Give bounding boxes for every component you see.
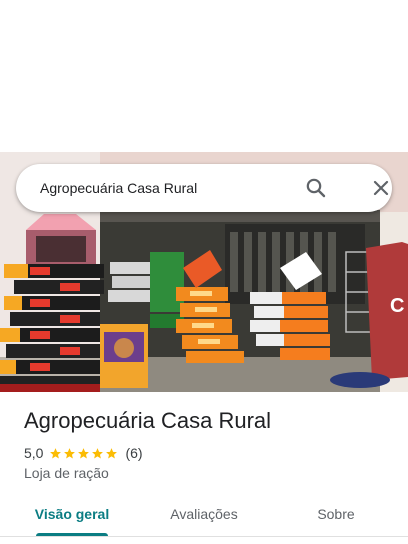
rating-value: 5,0 bbox=[24, 445, 44, 461]
star-icon bbox=[92, 447, 104, 458]
star-icon bbox=[50, 447, 62, 458]
star-icon bbox=[106, 447, 118, 458]
svg-text:C: C bbox=[390, 295, 404, 317]
clear-search-button[interactable] bbox=[369, 176, 393, 200]
search-bar[interactable]: Agropecuária Casa Rural bbox=[16, 164, 392, 212]
search-icon bbox=[306, 178, 326, 198]
star-icon bbox=[78, 447, 90, 458]
top-blank-area bbox=[0, 0, 408, 152]
star-icon bbox=[64, 447, 76, 458]
place-title: Agropecuária Casa Rural bbox=[24, 408, 272, 433]
tab-about[interactable]: Sobre bbox=[288, 496, 384, 532]
tab-reviews[interactable]: Avaliações bbox=[156, 496, 252, 532]
close-icon bbox=[373, 180, 389, 196]
search-input[interactable]: Agropecuária Casa Rural bbox=[40, 164, 197, 212]
review-count[interactable]: (6) bbox=[125, 445, 142, 461]
tab-bar: Visão geral Avaliações Sobre bbox=[0, 496, 408, 536]
rating-row[interactable]: 5,0 (6) bbox=[24, 444, 143, 462]
place-category[interactable]: Loja de ração bbox=[24, 465, 109, 481]
tab-divider bbox=[0, 536, 408, 537]
search-button[interactable] bbox=[304, 176, 328, 200]
star-rating bbox=[49, 447, 119, 460]
tab-overview[interactable]: Visão geral bbox=[24, 496, 120, 532]
